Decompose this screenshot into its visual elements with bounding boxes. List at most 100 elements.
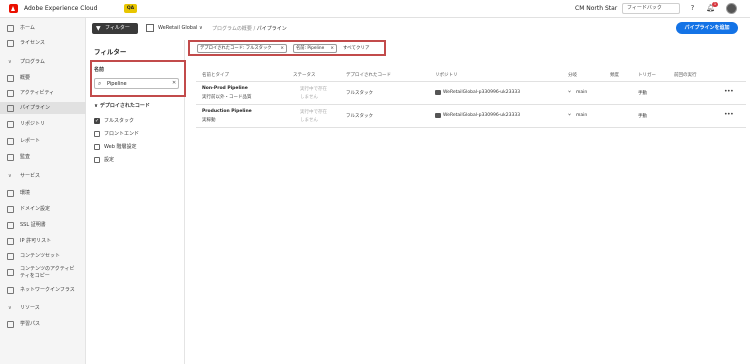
sidebar-item-label: リポジトリ (20, 121, 46, 127)
sidebar-item-label: プログラム (20, 59, 45, 65)
history-icon (7, 269, 14, 276)
sidebar-item-label: アクティビティ (20, 90, 55, 96)
trigger-value: 手動 (638, 114, 647, 119)
filter-icon: ▼ (96, 25, 101, 32)
ip-list-icon (7, 238, 14, 245)
chevron-down-icon: ∨ (8, 59, 12, 65)
folder-icon (435, 90, 441, 95)
org-name[interactable]: CM North Star (575, 5, 617, 12)
column-header-last-run[interactable]: 前回の実行 (674, 72, 697, 78)
table-divider (196, 127, 746, 128)
deployed-code-value: フルスタック (346, 114, 373, 119)
checkbox-label: フルスタック (104, 118, 135, 124)
sidebar-item-label: 概要 (20, 75, 31, 81)
sidebar-item-content-sets[interactable]: コンテンツセット (0, 250, 86, 262)
audit-icon (7, 154, 14, 161)
sidebar-section-services[interactable]: ∨ サービス (0, 170, 86, 182)
column-header-frequency[interactable]: 頻度 (610, 72, 619, 78)
sidebar-item-home[interactable]: ホーム (0, 22, 86, 34)
sidebar-section-program[interactable]: ∨ プログラム (0, 56, 86, 68)
repository-value: WeRetailGlobal-p330996-uk23333 (443, 113, 521, 118)
sidebar-item-label: 監査 (20, 154, 31, 160)
more-actions-icon[interactable]: ••• (724, 88, 734, 95)
breadcrumb-current: パイプライン (256, 26, 287, 32)
env-badge: QA (124, 4, 137, 13)
sidebar-item-network-infrastructure[interactable]: ネットワークインフラス (0, 284, 86, 296)
folder-icon (7, 121, 14, 128)
help-icon[interactable]: ? (688, 4, 697, 13)
add-pipeline-button[interactable]: パイプラインを追加 (676, 22, 738, 34)
avatar[interactable] (726, 3, 737, 14)
checkbox[interactable] (94, 131, 100, 137)
sidebar-item-label: レポート (20, 138, 41, 144)
sidebar-item-label-line2: ティをコピー (20, 273, 50, 279)
certificate-icon (7, 222, 14, 229)
trigger-value: 手動 (638, 91, 647, 96)
sidebar-item-label: ドメイン設定 (20, 206, 51, 212)
branch-value: main (576, 90, 588, 95)
sidebar-item-audit[interactable]: 監査 (0, 151, 86, 163)
sidebar-item-reports[interactable]: レポート (0, 135, 86, 147)
sidebar-item-repositories[interactable]: リポジトリ (0, 118, 86, 130)
sidebar-item-overview[interactable]: 概要 (0, 72, 86, 84)
sidebar-item-ip-allow-list[interactable]: IP 許可リスト (0, 235, 86, 247)
sidebar-item-copy-content-activity[interactable]: コンテンツのアクティビ ティをコピー (0, 265, 86, 281)
feedback-button[interactable]: フィードバック (622, 3, 680, 14)
clear-all-link[interactable]: すべてクリア (343, 45, 370, 51)
chip-label: 名前: Pipeline (296, 46, 325, 51)
checkbox-label: Web 階層設定 (104, 144, 137, 150)
deployed-code-value: フルスタック (346, 91, 373, 96)
network-icon (7, 287, 14, 294)
remove-chip-icon[interactable]: × (280, 45, 284, 52)
sidebar-item-domain-settings[interactable]: ドメイン設定 (0, 203, 86, 215)
filter-chip-name[interactable]: 名前: Pipeline × (293, 44, 337, 53)
sidebar-item-environments[interactable]: 環境 (0, 187, 86, 199)
filter-button-label: フィルター (105, 25, 130, 31)
content-set-icon (7, 253, 14, 260)
sidebar-item-label: ネットワークインフラス (20, 287, 75, 293)
filter-toggle-button[interactable]: ▼ フィルター (92, 23, 138, 34)
sidebar-item-ssl-certificates[interactable]: SSL 証明書 (0, 219, 86, 231)
checkbox[interactable] (94, 117, 100, 125)
repository-value: WeRetailGlobal-p330996-uk23333 (443, 90, 521, 95)
sidebar-item-learning-paths[interactable]: 学習パス (0, 318, 86, 330)
pipeline-status-line2: しません (300, 118, 318, 123)
checkbox[interactable] (94, 157, 100, 163)
checkbox-label: フロントエンド (104, 131, 140, 137)
column-header-branch[interactable]: 分岐 (568, 72, 577, 78)
column-header-status[interactable]: ステータス (293, 72, 316, 78)
deployed-code-heading[interactable]: ∨ デプロイされたコード (94, 102, 150, 109)
filter-chip-deployed-code[interactable]: デプロイされたコード: フルスタック × (197, 44, 287, 53)
feedback-label: フィードバック (627, 5, 662, 11)
breadcrumb-program-overview[interactable]: プログラムの概要 (212, 26, 252, 32)
pipeline-icon (7, 105, 14, 112)
adobe-logo-icon (9, 4, 18, 13)
chevron-down-icon: ∨ (8, 305, 12, 311)
checkbox-label: 設定 (104, 157, 115, 163)
more-actions-icon[interactable]: ••• (724, 111, 734, 118)
app-title: Adobe Experience Cloud (24, 5, 98, 12)
license-icon (7, 40, 14, 47)
folder-icon (435, 113, 441, 118)
sidebar-section-resources[interactable]: ∨ リソース (0, 302, 86, 314)
pipeline-status-line1: 実行中で存在 (300, 87, 327, 92)
column-header-trigger[interactable]: トリガー (638, 72, 656, 78)
column-header-deployed-code[interactable]: デプロイされたコード (346, 72, 391, 78)
sidebar-item-label: パイプライン (20, 105, 51, 111)
sidebar-item-pipelines[interactable]: パイプライン (0, 102, 86, 114)
sidebar-item-label: ライセンス (20, 40, 45, 46)
sidebar-item-activity[interactable]: アクティビティ (0, 87, 86, 99)
chip-label: デプロイされたコード: フルスタック (200, 46, 272, 51)
sidebar-item-licenses[interactable]: ライセンス (0, 37, 86, 49)
program-name: WeRetail Global (158, 25, 198, 31)
program-selector[interactable]: WeRetail Global ∨ (158, 25, 203, 31)
column-header-name[interactable]: 名前とタイプ (202, 72, 229, 78)
pipeline-name[interactable]: Production Pipeline (202, 109, 252, 114)
column-header-repository[interactable]: リポジトリ (435, 72, 458, 78)
sidebar-item-label: コンテンツセット (20, 253, 61, 259)
checkbox[interactable] (94, 144, 100, 150)
branch-icon: ⑂ (568, 112, 572, 118)
remove-chip-icon[interactable]: × (330, 45, 334, 52)
pipeline-name[interactable]: Non-Prod Pipeline (202, 86, 248, 91)
sidebar-item-label-line1: コンテンツのアクティビ (20, 266, 75, 272)
